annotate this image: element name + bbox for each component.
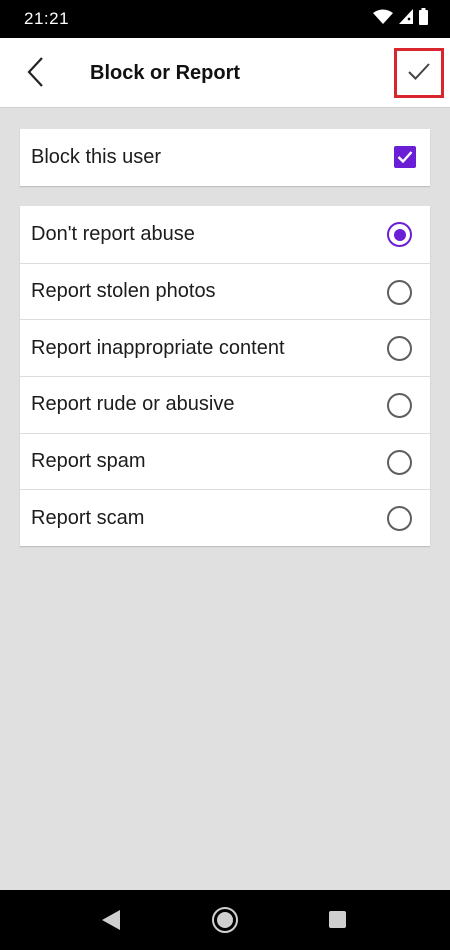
report-option-row[interactable]: Report stolen photos (20, 262, 430, 320)
battery-icon (419, 8, 428, 30)
block-user-checkbox[interactable] (394, 146, 416, 168)
report-option-radio[interactable] (387, 279, 412, 305)
report-option-row[interactable]: Report scam (20, 489, 430, 546)
signal-icon (399, 9, 413, 29)
report-option-label: Don't report abuse (31, 222, 195, 245)
check-icon (407, 61, 431, 86)
nav-back-icon[interactable] (101, 909, 121, 936)
report-option-row[interactable]: Report spam (20, 432, 430, 490)
report-option-row[interactable]: Report inappropriate content (20, 319, 430, 376)
report-option-label: Report inappropriate content (31, 336, 285, 359)
status-time: 21:21 (24, 9, 70, 28)
checkmark-icon (397, 151, 413, 164)
status-bar: 21:21 (0, 0, 450, 38)
block-card: Block this user (20, 129, 430, 186)
system-nav-bar (0, 890, 450, 950)
report-option-radio[interactable] (387, 393, 412, 419)
back-button[interactable] (20, 56, 50, 92)
report-option-label: Report stolen photos (31, 280, 216, 303)
nav-recents-icon[interactable] (329, 911, 346, 928)
report-option-label: Report scam (31, 506, 145, 529)
report-options-card: Don't report abuse Report stolen photos … (20, 206, 430, 547)
chevron-left-icon (26, 56, 44, 93)
report-option-radio-selected[interactable] (387, 222, 412, 247)
block-user-row[interactable]: Block this user (20, 129, 430, 186)
report-option-radio[interactable] (387, 506, 412, 532)
confirm-button[interactable] (394, 48, 444, 98)
report-option-radio[interactable] (387, 449, 412, 475)
report-option-label: Report spam (31, 450, 146, 473)
page-title: Block or Report (90, 62, 241, 84)
wifi-icon (373, 9, 393, 30)
nav-home-icon[interactable] (212, 907, 238, 933)
report-option-row[interactable]: Report rude or abusive (20, 376, 430, 433)
report-option-label: Report rude or abusive (31, 393, 235, 416)
report-option-row[interactable]: Don't report abuse (20, 206, 430, 263)
status-icons (373, 8, 428, 30)
report-option-radio[interactable] (387, 336, 412, 362)
block-user-label: Block this user (31, 146, 162, 168)
app-bar: Block or Report (0, 38, 450, 108)
